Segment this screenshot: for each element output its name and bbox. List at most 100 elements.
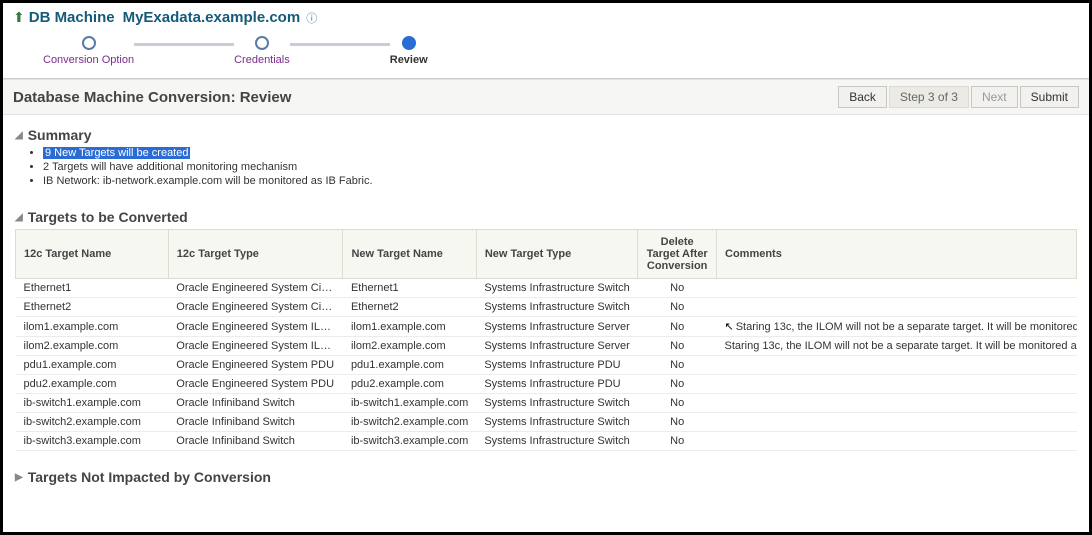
cell-12c-type: Oracle Engineered System Cisco ... — [168, 279, 343, 298]
page-title: Database Machine Conversion: Review — [13, 89, 291, 106]
col-12c-name[interactable]: 12c Target Name — [16, 230, 169, 279]
wizard-connector — [290, 43, 390, 46]
cell-comments — [717, 432, 1077, 451]
summary-item: IB Network: ib-network.example.com will … — [43, 175, 1077, 187]
wizard-step-credentials[interactable]: Credentials — [234, 36, 290, 66]
cell-12c-name: ilom1.example.com — [16, 317, 169, 337]
up-arrow-icon[interactable]: ⬆ — [13, 9, 25, 26]
cell-new-name: ib-switch3.example.com — [343, 432, 476, 451]
summary-item-text: 9 New Targets will be created — [43, 147, 190, 159]
wizard-step-label: Conversion Option — [43, 54, 134, 66]
wizard-train: Conversion Option Credentials Review — [13, 26, 1079, 74]
cell-comments: ↖Staring 13c, the ILOM will not be a sep… — [717, 317, 1077, 337]
wizard-step-label: Review — [390, 54, 428, 66]
cell-new-name: pdu2.example.com — [343, 375, 476, 394]
cell-12c-name: Ethernet2 — [16, 298, 169, 317]
targets-heading: Targets to be Converted — [28, 209, 188, 225]
cell-12c-type: Oracle Engineered System PDU — [168, 356, 343, 375]
cell-delete-after: No — [638, 413, 717, 432]
collapse-toggle-icon[interactable]: ◢ — [15, 212, 23, 223]
section-summary: ◢ Summary 9 New Targets will be created 2… — [3, 115, 1089, 197]
table-row[interactable]: ib-switch2.example.comOracle Infiniband … — [16, 413, 1077, 432]
cell-new-type: Systems Infrastructure Server — [476, 317, 638, 337]
cell-new-type: Systems Infrastructure Server — [476, 337, 638, 356]
back-button[interactable]: Back — [838, 86, 887, 108]
wizard-step-label: Credentials — [234, 54, 290, 66]
cell-12c-type: Oracle Engineered System ILOM S... — [168, 317, 343, 337]
cell-new-type: Systems Infrastructure PDU — [476, 375, 638, 394]
cell-12c-type: Oracle Engineered System ILOM S... — [168, 337, 343, 356]
table-header-row: 12c Target Name 12c Target Type New Targ… — [16, 230, 1077, 279]
info-icon[interactable]: ⓘ — [306, 10, 317, 26]
cell-12c-name: ilom2.example.com — [16, 337, 169, 356]
db-machine-label[interactable]: DB Machine — [29, 9, 115, 26]
wizard-step-review[interactable]: Review — [390, 36, 428, 66]
cell-12c-name: ib-switch1.example.com — [16, 394, 169, 413]
cell-comments — [717, 375, 1077, 394]
cell-new-name: pdu1.example.com — [343, 356, 476, 375]
col-comments[interactable]: Comments — [717, 230, 1077, 279]
cell-12c-name: Ethernet1 — [16, 279, 169, 298]
table-row[interactable]: Ethernet1Oracle Engineered System Cisco … — [16, 279, 1077, 298]
cell-new-type: Systems Infrastructure PDU — [476, 356, 638, 375]
targets-table: 12c Target Name 12c Target Type New Targ… — [15, 229, 1077, 451]
cell-delete-after: No — [638, 375, 717, 394]
cell-new-name: ib-switch2.example.com — [343, 413, 476, 432]
cell-comments — [717, 356, 1077, 375]
cell-comments — [717, 413, 1077, 432]
section-targets: ◢ Targets to be Converted 12c Target Nam… — [3, 197, 1089, 457]
cell-new-type: Systems Infrastructure Switch — [476, 432, 638, 451]
cell-delete-after: No — [638, 394, 717, 413]
cell-comments — [717, 279, 1077, 298]
table-row[interactable]: pdu2.example.comOracle Engineered System… — [16, 375, 1077, 394]
not-impacted-heading-row: ▶ Targets Not Impacted by Conversion — [15, 469, 1077, 485]
table-row[interactable]: ib-switch3.example.comOracle Infiniband … — [16, 432, 1077, 451]
col-new-type[interactable]: New Target Type — [476, 230, 638, 279]
wizard-node-icon — [255, 36, 269, 50]
table-row[interactable]: ilom2.example.comOracle Engineered Syste… — [16, 337, 1077, 356]
cell-delete-after: No — [638, 337, 717, 356]
section-not-impacted: ▶ Targets Not Impacted by Conversion — [3, 457, 1089, 495]
summary-heading: Summary — [28, 127, 92, 143]
wizard-node-icon — [82, 36, 96, 50]
cell-12c-type: Oracle Infiniband Switch — [168, 413, 343, 432]
cell-new-type: Systems Infrastructure Switch — [476, 394, 638, 413]
cell-new-type: Systems Infrastructure Switch — [476, 298, 638, 317]
col-12c-type[interactable]: 12c Target Type — [168, 230, 343, 279]
cell-comments: Staring 13c, the ILOM will not be a sepa… — [717, 337, 1077, 356]
cell-new-name: Ethernet2 — [343, 298, 476, 317]
cell-delete-after: No — [638, 317, 717, 337]
page-bar: Database Machine Conversion: Review Back… — [3, 79, 1089, 115]
col-delete-after[interactable]: Delete Target After Conversion — [638, 230, 717, 279]
cell-comments — [717, 298, 1077, 317]
submit-button[interactable]: Submit — [1020, 86, 1079, 108]
table-row[interactable]: ilom1.example.comOracle Engineered Syste… — [16, 317, 1077, 337]
expand-toggle-icon[interactable]: ▶ — [15, 472, 23, 483]
not-impacted-heading: Targets Not Impacted by Conversion — [28, 469, 271, 485]
cell-12c-name: ib-switch3.example.com — [16, 432, 169, 451]
col-new-name[interactable]: New Target Name — [343, 230, 476, 279]
summary-item: 2 Targets will have additional monitorin… — [43, 161, 1077, 173]
table-row[interactable]: Ethernet2Oracle Engineered System Cisco … — [16, 298, 1077, 317]
step-indicator: Step 3 of 3 — [889, 86, 969, 108]
cell-new-name: Ethernet1 — [343, 279, 476, 298]
table-row[interactable]: pdu1.example.comOracle Engineered System… — [16, 356, 1077, 375]
targets-heading-row: ◢ Targets to be Converted — [15, 209, 1077, 225]
wizard-connector — [134, 43, 234, 46]
cell-delete-after: No — [638, 356, 717, 375]
cell-12c-type: Oracle Infiniband Switch — [168, 394, 343, 413]
cell-new-type: Systems Infrastructure Switch — [476, 279, 638, 298]
summary-heading-row: ◢ Summary — [15, 127, 1077, 143]
collapse-toggle-icon[interactable]: ◢ — [15, 130, 23, 141]
cell-delete-after: No — [638, 432, 717, 451]
cell-new-name: ib-switch1.example.com — [343, 394, 476, 413]
cell-comments — [717, 394, 1077, 413]
breadcrumb: ⬆ DB Machine MyExadata.example.com ⓘ — [13, 9, 1079, 26]
mouse-cursor-icon: ↖ — [725, 321, 734, 333]
cell-delete-after: No — [638, 298, 717, 317]
page-actions: Back Step 3 of 3 Next Submit — [838, 86, 1079, 108]
machine-name[interactable]: MyExadata.example.com — [123, 9, 301, 26]
wizard-step-conversion-option[interactable]: Conversion Option — [43, 36, 134, 66]
cell-new-type: Systems Infrastructure Switch — [476, 413, 638, 432]
table-row[interactable]: ib-switch1.example.comOracle Infiniband … — [16, 394, 1077, 413]
